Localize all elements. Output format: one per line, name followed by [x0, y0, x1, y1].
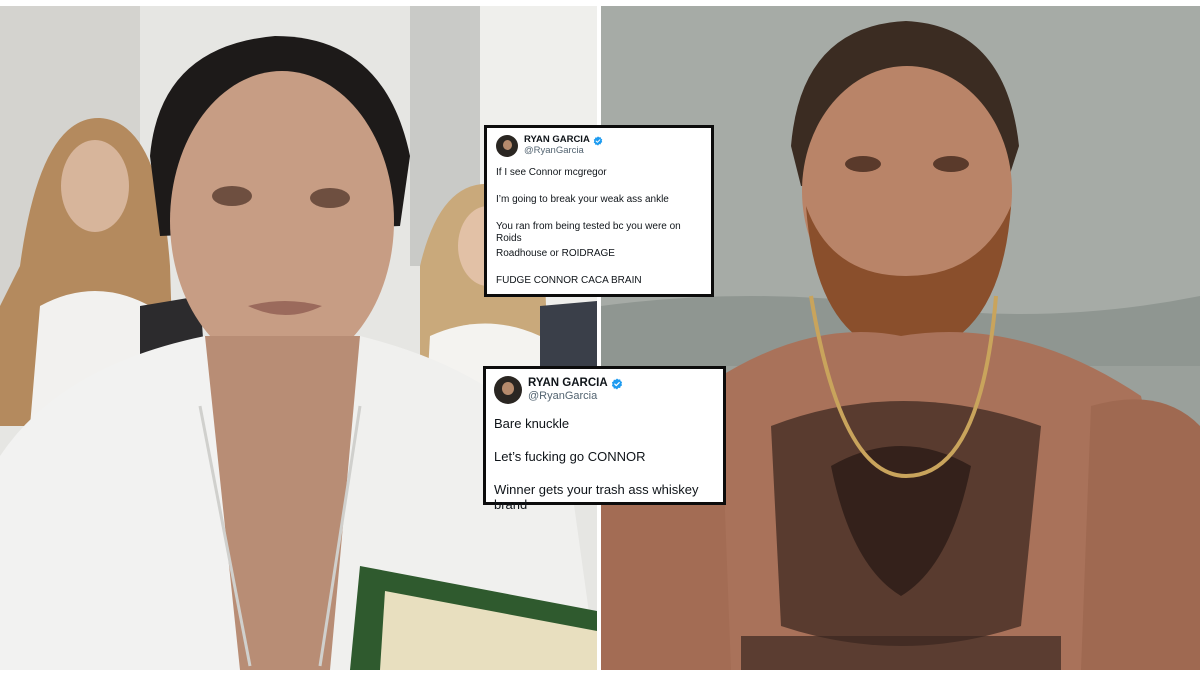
tweet-line: Roadhouse or ROIDRAGE	[496, 248, 615, 259]
verified-badge-icon	[593, 135, 603, 146]
left-photo	[0, 6, 597, 670]
tweet-line: Bare knuckle	[494, 416, 570, 431]
author-name-row: RYAN GARCIA	[528, 377, 623, 390]
tweet-card-1: RYAN GARCIA @RyanGarcia If I see Connor …	[484, 125, 714, 297]
tweet-author: RYAN GARCIA @RyanGarcia	[524, 134, 603, 157]
author-name[interactable]: RYAN GARCIA	[528, 377, 608, 390]
left-photo-illustration	[0, 6, 597, 670]
avatar[interactable]	[494, 376, 522, 404]
tweet-line: FUDGE CONNOR CACA BRAIN	[496, 275, 642, 286]
tweet-author: RYAN GARCIA @RyanGarcia	[528, 377, 623, 403]
tweet-body: If I see Connor mcgregor I’m going to br…	[496, 167, 702, 302]
tweet-card-2: RYAN GARCIA @RyanGarcia Bare knuckle Let…	[483, 366, 726, 512]
tweet-line: Let’s fucking go CONNOR	[494, 449, 646, 464]
right-photo	[601, 6, 1200, 670]
tweet-line: If I see Connor mcgregor	[496, 167, 607, 178]
tweet-body: Bare knuckle Let’s fucking go CONNOR Win…	[494, 416, 715, 515]
right-photo-illustration	[601, 6, 1200, 670]
author-handle[interactable]: @RyanGarcia	[524, 145, 603, 157]
author-handle[interactable]: @RyanGarcia	[528, 390, 623, 403]
tweet-header: RYAN GARCIA @RyanGarcia	[496, 134, 702, 157]
tweet-line: You ran from being tested bc you were on…	[496, 221, 681, 244]
tweet-line: I’m going to break your weak ass ankle	[496, 194, 669, 205]
avatar[interactable]	[496, 135, 518, 157]
verified-badge-icon	[611, 378, 623, 390]
tweet-line: Winner gets your trash ass whiskey brand	[494, 482, 699, 512]
tweet-header: RYAN GARCIA @RyanGarcia	[494, 376, 715, 404]
